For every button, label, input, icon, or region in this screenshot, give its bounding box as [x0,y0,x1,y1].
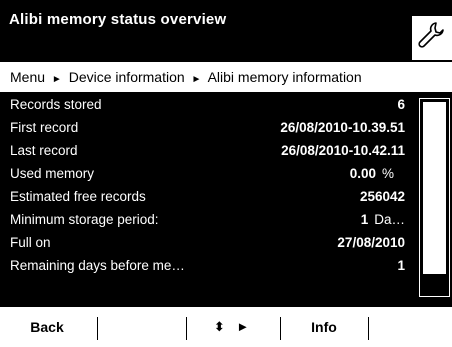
softkey-empty[interactable] [369,307,452,340]
list-item-full-on: Full on 27/08/2010 [0,232,412,255]
breadcrumb-separator: ► [191,74,202,85]
row-value: 27/08/2010 [337,235,405,250]
scrollbar[interactable] [419,98,450,297]
list-item-last-record: Last record 26/08/2010-10.42.11 [0,140,412,163]
navigate-button[interactable]: ⬍ ► [187,307,280,340]
row-value: 0.00% [349,166,394,181]
breadcrumb-item-menu[interactable]: Menu [10,69,45,85]
wrench-button[interactable] [412,16,452,60]
softkey-empty[interactable] [98,307,186,340]
info-button[interactable]: Info [281,307,367,340]
list-item-remaining-days: Remaining days before me… 1 [0,255,412,278]
row-label: Estimated free records [10,189,146,204]
row-unit: % [381,166,394,181]
info-list: Records stored 6 First record 26/08/2010… [0,92,452,307]
row-unit: Da… [374,212,405,227]
row-label: Used memory [10,166,95,181]
softkey-bar: Back ⬍ ► Info [0,307,452,340]
row-label: Remaining days before me… [10,258,185,273]
list-item-first-record: First record 26/08/2010-10.39.51 [0,117,412,140]
row-label: Full on [10,235,51,250]
breadcrumb-item-alibi-memory-information: Alibi memory information [207,69,362,85]
list-item-records-stored: Records stored 6 [0,94,412,117]
page-title: Alibi memory status overview [9,11,227,28]
row-label: First record [10,120,79,135]
row-value: 1 [397,258,405,273]
back-button[interactable]: Back [0,307,94,340]
breadcrumb-item-device-information[interactable]: Device information [69,69,185,85]
list-item-estimated-free-records: Estimated free records 256042 [0,186,412,209]
scrollbar-thumb[interactable] [423,102,446,274]
list-item-used-memory: Used memory 0.00% [0,163,412,186]
breadcrumb: Menu ► Device information ► Alibi memory… [0,62,452,92]
title-bar: Alibi memory status overview [0,0,452,62]
breadcrumb-separator: ► [51,74,62,85]
row-value: 6 [397,97,405,112]
row-label: Minimum storage period: [10,212,159,227]
row-label: Records stored [10,97,102,112]
row-value: 26/08/2010-10.39.51 [280,120,405,135]
row-label: Last record [10,143,78,158]
alibi-memory-screen: Alibi memory status overview Menu ► Devi… [0,0,452,340]
row-value: 26/08/2010-10.42.11 [281,143,405,158]
row-value: 256042 [359,189,405,204]
row-value: 1 Da… [360,212,405,227]
list-item-minimum-storage-period: Minimum storage period: 1 Da… [0,209,412,232]
